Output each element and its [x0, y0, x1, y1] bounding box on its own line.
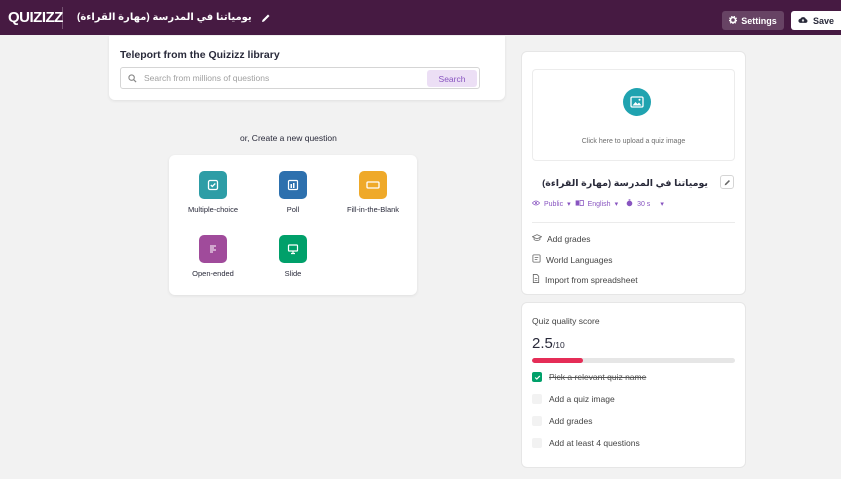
world-languages-link[interactable]: World Languages	[532, 254, 612, 265]
question-type-multiple-choice[interactable]: Multiple-choice	[173, 171, 253, 214]
text-lines-icon	[199, 235, 227, 263]
top-bar: QUIZIZZ يومياتنا في المدرسة (مهارة القرا…	[0, 0, 841, 35]
language-icon	[575, 200, 584, 208]
file-icon	[532, 274, 540, 285]
save-label: Save	[812, 15, 835, 26]
checkbox-empty-icon	[532, 416, 542, 426]
question-types-card: Multiple-choice Poll Fill-in-the-Blank O…	[169, 155, 417, 295]
question-type-label: Open-ended	[192, 269, 234, 278]
graduation-cap-icon	[531, 234, 543, 244]
checkbox-empty-icon	[532, 438, 542, 448]
question-type-open-ended[interactable]: Open-ended	[173, 235, 253, 278]
search-input[interactable]	[144, 73, 434, 83]
gear-icon	[728, 15, 738, 26]
add-grades-link[interactable]: Add grades	[531, 234, 591, 244]
checklist-item: Pick a relevant quiz name	[532, 372, 646, 382]
time-select[interactable]: 30 s	[637, 201, 650, 208]
cloud-upload-icon	[798, 16, 808, 26]
divider	[532, 222, 735, 223]
question-type-poll[interactable]: Poll	[253, 171, 333, 214]
search-button[interactable]: Search	[427, 70, 477, 87]
checklist-label: Add at least 4 questions	[549, 438, 640, 448]
world-languages-label: World Languages	[546, 254, 613, 265]
quality-progress-bar	[532, 358, 735, 363]
quiz-details-card: Click here to upload a quiz image يوميات…	[521, 51, 746, 295]
pencil-icon	[724, 173, 731, 191]
checklist-item: Add grades	[532, 416, 592, 426]
quiz-name: يومياتنا في المدرسة (مهارة القراءة)	[542, 178, 708, 189]
import-spreadsheet-label: Import from spreadsheet	[545, 274, 638, 285]
question-type-fill-in-the-blank[interactable]: Fill-in-the-Blank	[333, 171, 413, 214]
settings-label: Settings	[741, 15, 777, 26]
chevron-down-icon[interactable]: ▾	[660, 200, 664, 208]
quality-title: Quiz quality score	[532, 316, 600, 326]
score-value: 2.5	[532, 335, 553, 352]
create-question-label: or, Create a new question	[240, 133, 337, 143]
timer-icon	[626, 199, 633, 209]
score-out-of: /10	[552, 340, 565, 350]
quality-score: 2.5/10	[532, 335, 565, 352]
search-icon	[128, 73, 144, 83]
checklist-label: Add grades	[549, 416, 593, 426]
chevron-down-icon: ▾	[567, 201, 571, 208]
teleport-title: Teleport from the Quizizz library	[120, 49, 280, 61]
chevron-down-icon: ▾	[614, 201, 619, 208]
question-type-slide[interactable]: Slide	[253, 235, 333, 278]
checklist-label: Add a quiz image	[549, 394, 615, 404]
language-select[interactable]: English	[588, 201, 611, 208]
checklist-item: Add a quiz image	[532, 394, 615, 404]
settings-button[interactable]: Settings	[722, 11, 784, 30]
quizizz-logo[interactable]: QUIZIZZ	[0, 9, 63, 26]
pencil-icon[interactable]	[260, 12, 272, 24]
blank-icon	[359, 171, 387, 199]
quiz-title[interactable]: يومياتنا في المدرسة (مهارة القراءة)	[77, 12, 252, 23]
checkbox-empty-icon	[532, 394, 542, 404]
add-grades-label: Add grades	[547, 234, 591, 244]
image-icon	[623, 88, 651, 116]
save-button[interactable]: Save	[791, 11, 841, 30]
checkbox-checked-icon	[532, 372, 542, 382]
question-type-label: Poll	[286, 205, 300, 214]
checklist-label: Pick a relevant quiz name	[549, 372, 647, 382]
poll-icon	[279, 171, 307, 199]
question-type-label: Fill-in-the-Blank	[346, 205, 400, 214]
quality-progress-fill	[532, 358, 583, 363]
question-type-label: Multiple-choice	[187, 205, 239, 214]
quiz-quality-card: Quiz quality score 2.5/10 Pick a relevan…	[521, 302, 746, 468]
checkbox-icon	[199, 171, 227, 199]
question-type-label: Slide	[284, 269, 302, 278]
teleport-card: Teleport from the Quizizz library Search	[109, 36, 505, 100]
search-box: Search	[120, 67, 480, 89]
upload-text: Click here to upload a quiz image	[581, 138, 686, 145]
quiz-meta-row: Public ▾ English ▾ 30 s ▾	[531, 199, 664, 209]
import-spreadsheet-link[interactable]: Import from spreadsheet	[532, 274, 638, 285]
presentation-icon	[279, 235, 307, 263]
upload-image-area[interactable]: Click here to upload a quiz image	[532, 69, 735, 161]
header-divider	[62, 6, 63, 29]
translate-icon	[532, 254, 541, 265]
checklist-item: Add at least 4 questions	[532, 438, 640, 448]
visibility-select[interactable]: Public	[544, 201, 563, 208]
edit-name-button[interactable]	[720, 175, 734, 189]
eye-icon	[531, 200, 541, 208]
